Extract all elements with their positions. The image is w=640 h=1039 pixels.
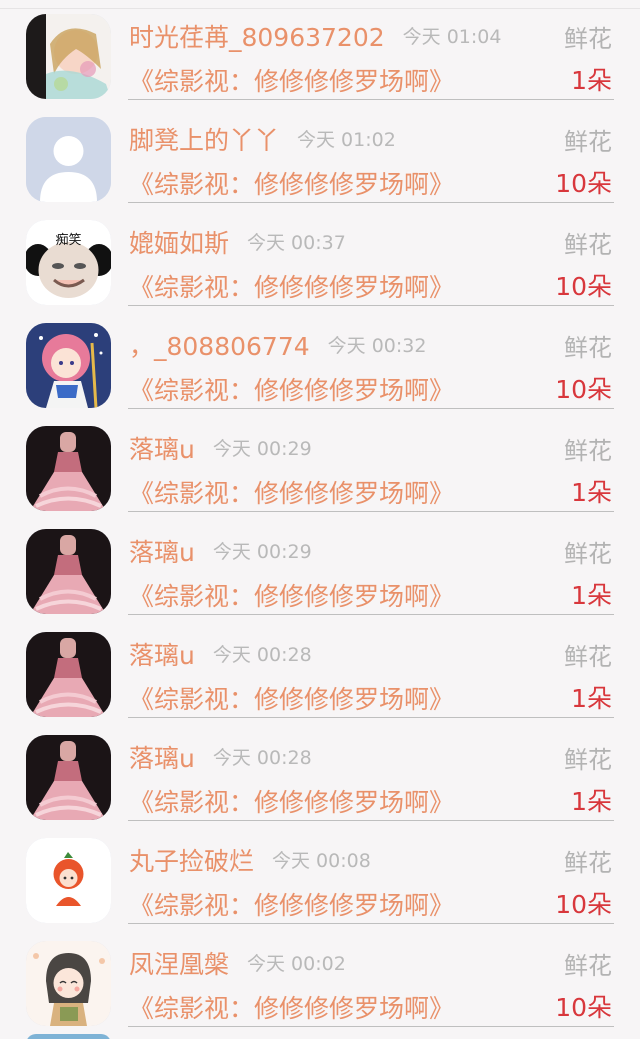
user-name[interactable]: 落璃u 今天 00:28	[129, 739, 312, 775]
svg-text:痴笑: 痴笑	[55, 232, 81, 248]
gift-type-label: 鲜花	[564, 231, 612, 259]
gift-row[interactable]: 痴笑 媲媔如斯 今天 00:37 鲜花 《综影视：修修修修罗场啊》 10朵	[0, 206, 640, 309]
book-title[interactable]: 《综影视：修修修修罗场啊》	[129, 886, 454, 922]
book-title[interactable]: 《综影视：修修修修罗场啊》	[129, 371, 454, 407]
gift-type-label: 鲜花	[564, 128, 612, 156]
book-title[interactable]: 《综影视：修修修修罗场啊》	[129, 268, 454, 304]
gift-amount: 1朵	[571, 684, 612, 713]
user-name[interactable]: 落璃u 今天 00:29	[129, 430, 312, 466]
gift-amount: 10朵	[555, 272, 612, 301]
timestamp: 今天 00:37	[247, 232, 346, 254]
gift-list: 时光荏苒_809637202 今天 01:04 鲜花 《综影视：修修修修罗场啊》 …	[0, 0, 640, 1039]
book-title[interactable]: 《综影视：修修修修罗场啊》	[129, 474, 454, 510]
timestamp: 今天 00:28	[212, 644, 312, 666]
gift-amount: 1朵	[571, 787, 612, 816]
gift-row[interactable]: 落璃u 今天 00:28 鲜花 《综影视：修修修修罗场啊》 1朵	[0, 618, 640, 721]
user-name[interactable]: 丸子捡破烂 今天 00:08	[129, 842, 371, 878]
avatar-pink-dress-icon[interactable]	[26, 426, 111, 511]
row-divider	[128, 614, 614, 615]
row-divider	[128, 1026, 614, 1027]
row-divider	[128, 408, 614, 409]
user-name[interactable]: 时光荏苒_809637202 今天 01:04	[129, 18, 501, 54]
timestamp: 今天 01:02	[297, 129, 396, 151]
gift-row[interactable]: 凤涅凰槃 今天 00:02 鲜花 《综影视：修修修修罗场啊》 10朵	[0, 927, 640, 1030]
avatar-pink-dress-icon[interactable]	[26, 632, 111, 717]
gift-type-label: 鲜花	[564, 334, 612, 362]
book-title[interactable]: 《综影视：修修修修罗场啊》	[129, 62, 454, 98]
gift-type-label: 鲜花	[564, 643, 612, 671]
gift-type-label: 鲜花	[564, 952, 612, 980]
gift-row[interactable]: 落璃u 今天 00:29 鲜花 《综影视：修修修修罗场啊》 1朵	[0, 515, 640, 618]
timestamp: 今天 00:32	[327, 335, 427, 357]
book-title[interactable]: 《综影视：修修修修罗场啊》	[129, 680, 454, 716]
book-title[interactable]: 《综影视：修修修修罗场啊》	[129, 165, 454, 201]
avatar-anime-girl-icon[interactable]	[26, 14, 111, 99]
gift-row[interactable]: 落璃u 今天 00:28 鲜花 《综影视：修修修修罗场啊》 1朵	[0, 721, 640, 824]
gift-row[interactable]: 丸子捡破烂 今天 00:08 鲜花 《综影视：修修修修罗场啊》 10朵	[0, 824, 640, 927]
user-name[interactable]: 凤涅凰槃 今天 00:02	[129, 945, 346, 981]
user-name[interactable]: 落璃u 今天 00:28	[129, 636, 312, 672]
book-title[interactable]: 《综影视：修修修修罗场啊》	[129, 577, 454, 613]
book-title[interactable]: 《综影视：修修修修罗场啊》	[129, 783, 454, 819]
row-divider	[128, 99, 614, 100]
book-title[interactable]: 《综影视：修修修修罗场啊》	[129, 989, 454, 1025]
gift-type-label: 鲜花	[564, 25, 612, 53]
gift-row[interactable]: ，_808806774 今天 00:32 鲜花 《综影视：修修修修罗场啊》 10朵	[0, 309, 640, 412]
gift-amount: 1朵	[571, 478, 612, 507]
row-divider	[128, 305, 614, 306]
user-name[interactable]: 落璃u 今天 00:29	[129, 533, 312, 569]
gift-amount: 10朵	[555, 375, 612, 404]
gift-type-label: 鲜花	[564, 746, 612, 774]
gift-row[interactable]: 时光荏苒_809637202 今天 01:04 鲜花 《综影视：修修修修罗场啊》 …	[0, 0, 640, 103]
gift-amount: 1朵	[571, 66, 612, 95]
avatar-pink-dress-icon[interactable]	[26, 529, 111, 614]
gift-row[interactable]: 脚凳上的丫丫 今天 01:02 鲜花 《综影视：修修修修罗场啊》 10朵	[0, 103, 640, 206]
row-divider	[128, 717, 614, 718]
timestamp: 今天 00:29	[212, 438, 312, 460]
timestamp: 今天 00:28	[212, 747, 312, 769]
gift-amount: 10朵	[555, 993, 612, 1022]
avatar-braid-girl-icon[interactable]	[26, 941, 111, 1026]
row-divider	[128, 202, 614, 203]
user-name[interactable]: 媲媔如斯 今天 00:37	[129, 224, 346, 260]
user-name[interactable]: 脚凳上的丫丫 今天 01:02	[129, 121, 396, 157]
timestamp: 今天 00:29	[212, 541, 312, 563]
timestamp: 今天 00:08	[272, 850, 371, 872]
avatar-orange-kid-icon[interactable]	[26, 838, 111, 923]
gift-type-label: 鲜花	[564, 540, 612, 568]
gift-amount: 10朵	[555, 169, 612, 198]
user-name[interactable]: ，_808806774 今天 00:32	[129, 327, 426, 363]
avatar-meme-face-icon[interactable]: 痴笑	[26, 220, 111, 305]
next-row-avatar-partial	[26, 1034, 111, 1039]
avatar-default-person-icon[interactable]	[26, 117, 111, 202]
gift-row[interactable]: 落璃u 今天 00:29 鲜花 《综影视：修修修修罗场啊》 1朵	[0, 412, 640, 515]
avatar-pink-hair-girl-icon[interactable]	[26, 323, 111, 408]
gift-amount: 1朵	[571, 581, 612, 610]
gift-type-label: 鲜花	[564, 437, 612, 465]
row-divider	[128, 820, 614, 821]
gift-amount: 10朵	[555, 890, 612, 919]
timestamp: 今天 01:04	[402, 26, 502, 48]
row-divider	[128, 923, 614, 924]
gift-type-label: 鲜花	[564, 849, 612, 877]
avatar-pink-dress-icon[interactable]	[26, 735, 111, 820]
row-divider	[128, 511, 614, 512]
timestamp: 今天 00:02	[247, 953, 346, 975]
